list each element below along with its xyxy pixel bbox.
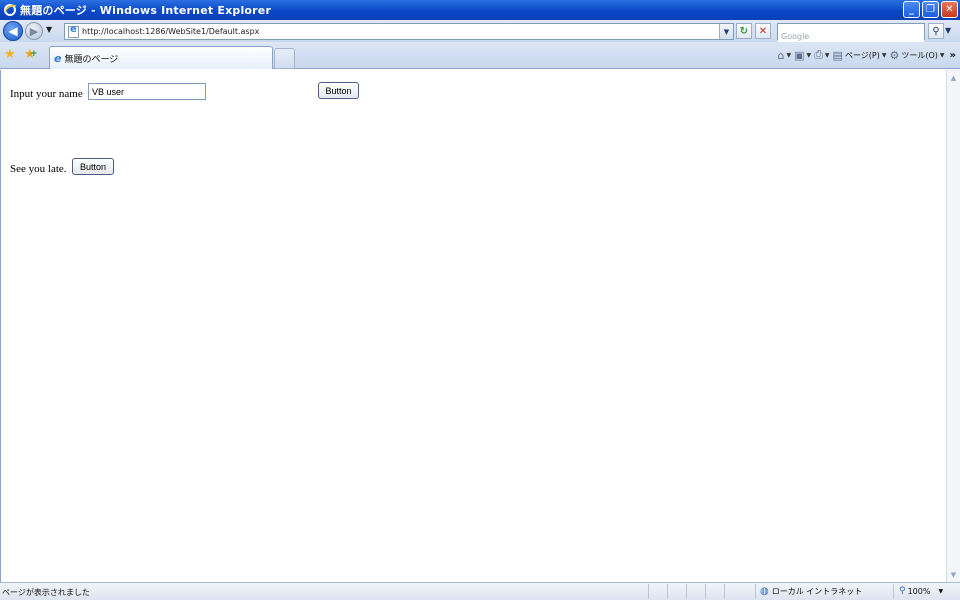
feeds-dropdown-icon: ▼ xyxy=(806,51,812,59)
farewell-button[interactable]: Button xyxy=(72,158,114,175)
status-divider xyxy=(724,584,725,599)
feeds-icon: ▣ xyxy=(794,48,805,62)
page-icon: ▤ xyxy=(832,48,843,62)
tools-menu[interactable]: ⚙ ツール(O) ▼ xyxy=(889,49,944,62)
minimize-button[interactable]: _ xyxy=(903,1,920,18)
forward-arrow-icon: ▶ xyxy=(29,24,39,38)
zoom-level: 100% xyxy=(907,586,931,596)
tools-dropdown-icon: ▼ xyxy=(939,51,945,59)
status-divider xyxy=(648,584,649,599)
tab-label: 無題のページ xyxy=(64,54,119,65)
forward-button[interactable]: ▶ xyxy=(25,22,43,40)
zoom-icon: ⚲ xyxy=(899,586,906,596)
search-options-dropdown[interactable]: ▼ xyxy=(945,26,951,35)
feeds-button[interactable]: ▣ ▼ xyxy=(794,49,811,62)
page-favicon-icon xyxy=(68,24,79,38)
search-button[interactable]: ⚲ xyxy=(928,23,944,39)
tools-gear-icon: ⚙ xyxy=(889,48,900,62)
search-icon: ⚲ xyxy=(932,25,940,37)
restore-button[interactable]: ❐ xyxy=(922,1,939,18)
stop-icon: ✕ xyxy=(758,25,768,37)
address-bar xyxy=(64,23,734,40)
home-button[interactable]: ⌂ ▼ xyxy=(777,49,791,62)
favorites-star-icon[interactable]: ★ xyxy=(4,47,16,62)
farewell-label: See you late. xyxy=(10,163,67,175)
ie-tab-icon: e xyxy=(54,51,62,65)
print-button[interactable]: ⎙ ▼ xyxy=(814,48,829,62)
status-divider xyxy=(893,584,894,599)
scroll-up-icon[interactable]: ▲ xyxy=(947,71,960,84)
name-label: Input your name xyxy=(10,88,83,100)
scroll-down-icon[interactable]: ▼ xyxy=(947,568,960,581)
address-dropdown[interactable]: ▼ xyxy=(719,24,733,39)
close-button[interactable]: ✕ xyxy=(941,1,958,18)
back-button[interactable]: ◀ xyxy=(3,21,23,41)
status-divider xyxy=(705,584,706,599)
back-arrow-icon: ◀ xyxy=(8,24,18,38)
new-tab-button[interactable] xyxy=(274,48,295,69)
window-titlebar: 無題のページ - Windows Internet Explorer _ ❐ ✕ xyxy=(0,0,960,20)
print-dropdown-icon: ▼ xyxy=(824,51,830,59)
tab-toolbar: ★ ★ e 無題のページ ⌂▼ ▣▼ ⎙▼ ▤ ページ(P)▼ ⚙ ツール(O)… xyxy=(0,42,960,69)
recent-pages-dropdown[interactable]: ▼ xyxy=(46,25,52,34)
page-dropdown-icon: ▼ xyxy=(881,51,887,59)
url-input[interactable] xyxy=(79,24,733,39)
name-input[interactable] xyxy=(88,83,206,100)
ie-logo-icon xyxy=(4,4,17,16)
submit-button[interactable]: Button xyxy=(318,82,359,99)
window-title: 無題のページ - Windows Internet Explorer xyxy=(20,4,272,17)
status-divider xyxy=(686,584,687,599)
add-favorites-icon[interactable]: ★ xyxy=(24,47,37,62)
stop-button[interactable]: ✕ xyxy=(755,23,771,39)
home-dropdown-icon: ▼ xyxy=(786,51,792,59)
page-content: Input your name Button See you late. But… xyxy=(0,70,946,582)
vertical-scrollbar[interactable]: ▲ ▼ xyxy=(946,70,960,582)
zoom-dropdown-icon: ▼ xyxy=(938,587,944,595)
refresh-button[interactable]: ↻ xyxy=(736,23,752,39)
tools-menu-label: ツール(O) xyxy=(901,50,938,60)
tab-current-page[interactable]: e 無題のページ xyxy=(49,46,273,69)
page-menu-label: ページ(P) xyxy=(844,50,880,60)
search-box xyxy=(777,23,925,44)
print-icon: ⎙ xyxy=(814,48,823,61)
refresh-icon: ↻ xyxy=(739,25,749,37)
command-bar: ⌂ ▼ ▣ ▼ ⎙ ▼ ▤ ページ(P) ▼ ⚙ ツール(O) ▼ » xyxy=(777,48,956,62)
zoom-control[interactable]: ⚲ 100% ▼ xyxy=(899,586,943,596)
status-bar: ページが表示されました ◍ ローカル イントラネット ⚲ 100% ▼ xyxy=(0,582,960,600)
home-icon: ⌂ xyxy=(777,48,785,62)
globe-icon: ◍ xyxy=(760,586,769,597)
window-controls: _ ❐ ✕ xyxy=(903,1,958,18)
security-zone[interactable]: ◍ ローカル イントラネット xyxy=(760,586,862,597)
more-commands-chevron-icon[interactable]: » xyxy=(950,50,956,61)
status-text: ページが表示されました xyxy=(2,588,90,597)
address-toolbar: ◀ ▶ ▼ ▼ ↻ ✕ ⚲ ▼ xyxy=(0,20,960,44)
page-menu[interactable]: ▤ ページ(P) ▼ xyxy=(833,49,887,62)
zone-label: ローカル イントラネット xyxy=(771,587,863,596)
status-divider xyxy=(667,584,668,599)
status-divider xyxy=(755,584,756,599)
